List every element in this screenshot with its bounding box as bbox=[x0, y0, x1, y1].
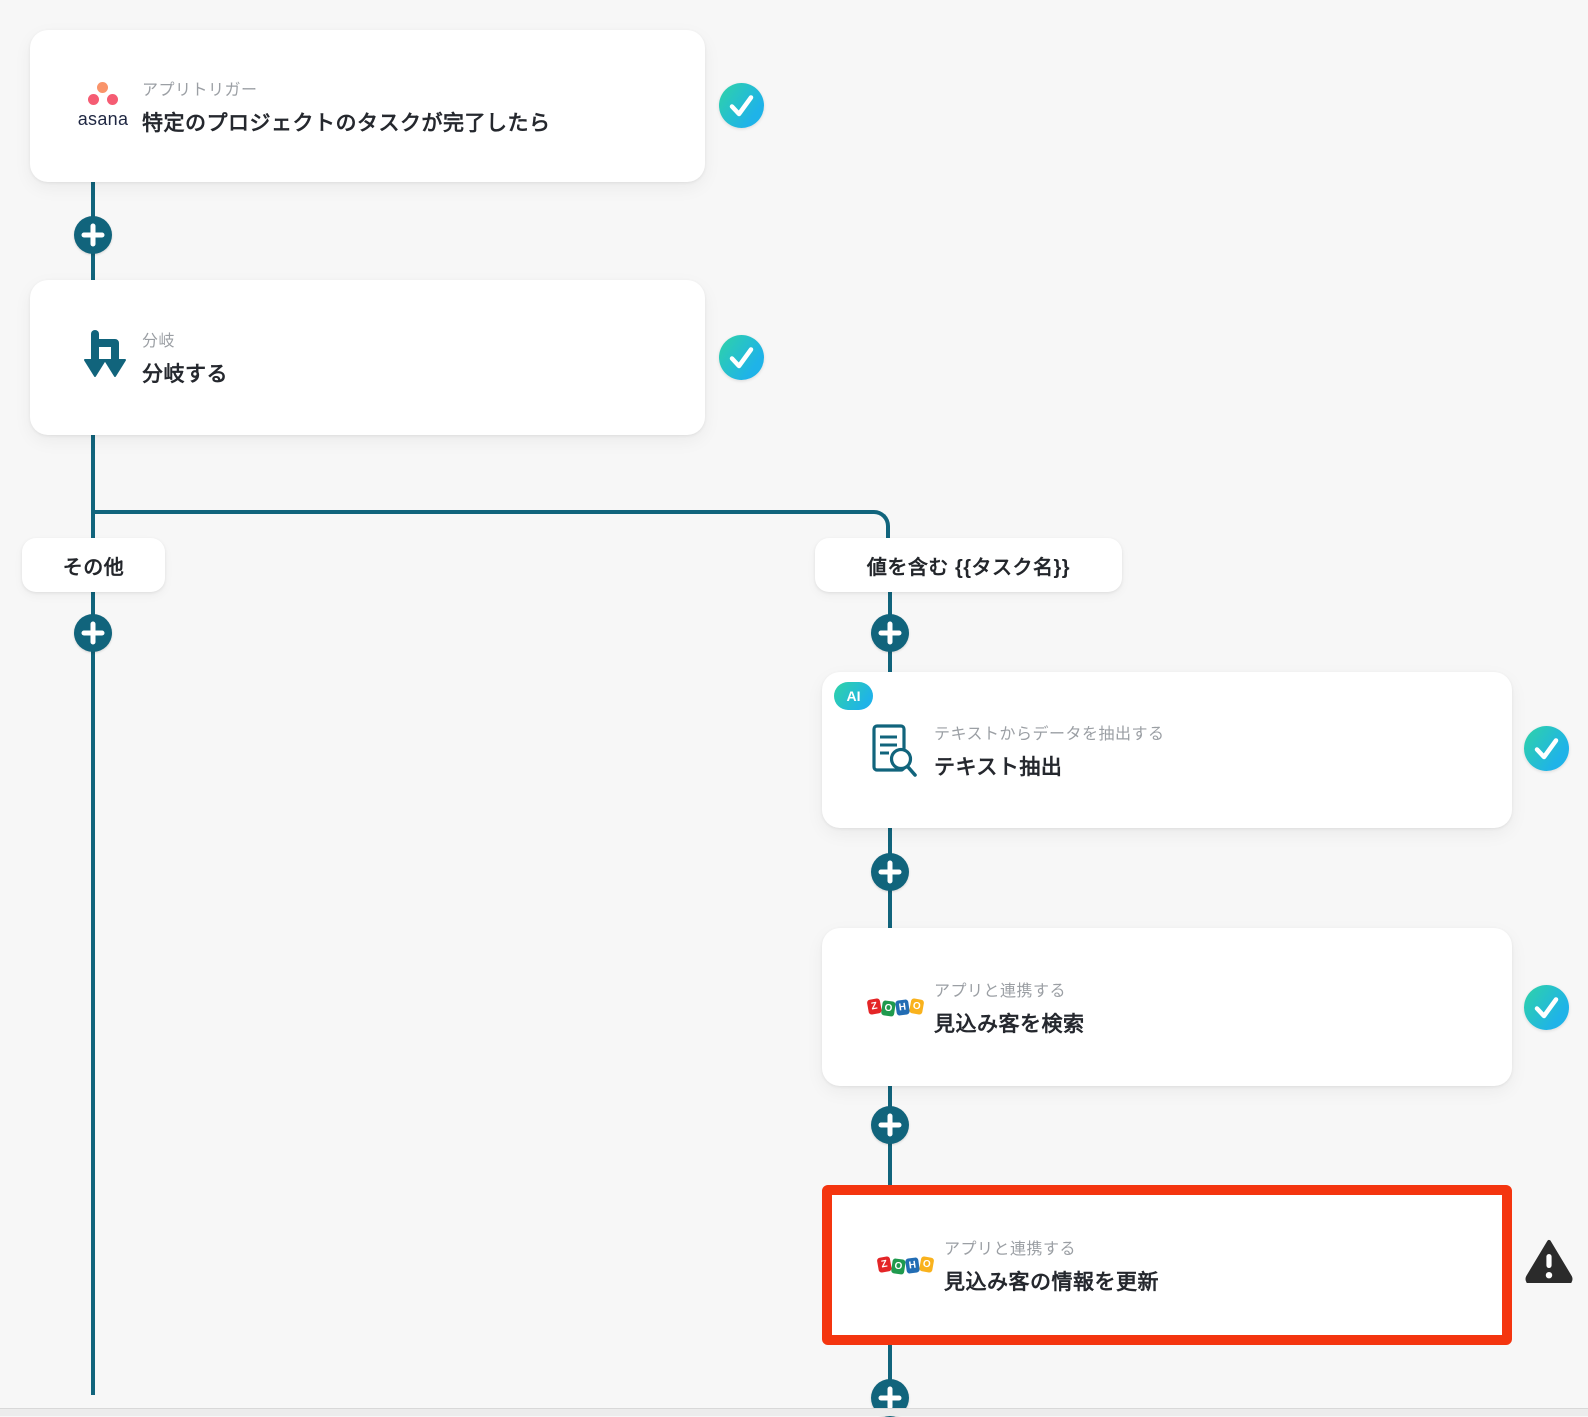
node-card-zoho-update[interactable]: Z O H O アプリと連携する 見込み客の情報を更新 bbox=[822, 1185, 1512, 1345]
branch-corner-line bbox=[93, 510, 890, 556]
branch-label-contains-value-text: 値を含む {{タスク名}} bbox=[866, 556, 1071, 579]
zoho-letter: Z bbox=[866, 997, 882, 1015]
zoho-update-error-badge bbox=[1523, 1237, 1575, 1286]
plus-icon bbox=[878, 860, 902, 884]
zoho-letter: O bbox=[890, 1257, 906, 1275]
zoho-search-status-badge bbox=[1524, 985, 1569, 1030]
trigger-card-body: asana アプリトリガー 特定のプロジェクトのタスクが完了したら bbox=[30, 76, 705, 137]
workflow-canvas: asana アプリトリガー 特定のプロジェクトのタスクが完了したら 分岐 分岐す… bbox=[0, 0, 1588, 1417]
asana-wordmark: asana bbox=[77, 109, 129, 129]
check-icon bbox=[1534, 738, 1559, 760]
zoho-letter: O bbox=[918, 1255, 934, 1273]
zoho-search-type-label: アプリと連携する bbox=[934, 982, 1067, 1000]
ai-badge-text: AI bbox=[846, 688, 861, 704]
text-extract-title: テキスト抽出 bbox=[934, 755, 1063, 779]
zoho-letter: Z bbox=[876, 1255, 892, 1273]
canvas-bottom-edge bbox=[0, 1408, 1588, 1416]
add-step-button-5[interactable] bbox=[871, 1106, 909, 1144]
zoho-letter: H bbox=[904, 1256, 920, 1274]
zoho-update-card-body: Z O H O アプリと連携する 見込み客の情報を更新 bbox=[832, 1235, 1502, 1296]
document-search-icon bbox=[856, 720, 934, 780]
trigger-type-label: アプリトリガー bbox=[142, 81, 258, 99]
text-extract-card-body: テキストからデータを抽出する テキスト抽出 bbox=[822, 720, 1512, 781]
zoho-letter: O bbox=[908, 997, 924, 1015]
zoho-logo-icon: Z O H O bbox=[866, 1255, 944, 1275]
asana-logo-icon: asana bbox=[64, 82, 142, 130]
asana-dots-icon bbox=[86, 82, 120, 106]
zoho-update-type-label: アプリと連携する bbox=[944, 1240, 1077, 1258]
branch-card-body: 分岐 分岐する bbox=[30, 327, 705, 388]
zoho-update-title: 見込み客の情報を更新 bbox=[944, 1270, 1159, 1294]
branch-type-label: 分岐 bbox=[142, 333, 176, 350]
zoho-letter: H bbox=[894, 998, 910, 1016]
add-step-button-2[interactable] bbox=[74, 614, 112, 652]
plus-icon bbox=[81, 621, 105, 645]
node-card-trigger[interactable]: asana アプリトリガー 特定のプロジェクトのタスクが完了したら bbox=[30, 30, 705, 182]
zoho-search-card-body: Z O H O アプリと連携する 見込み客を検索 bbox=[822, 977, 1512, 1038]
branch-label-contains-value[interactable]: 値を含む {{タスク名}} bbox=[815, 538, 1122, 592]
zoho-search-title: 見込み客を検索 bbox=[934, 1012, 1085, 1036]
add-step-button-4[interactable] bbox=[871, 853, 909, 891]
branch-label-other-text: その他 bbox=[62, 556, 125, 579]
plus-icon bbox=[878, 1113, 902, 1137]
zoho-logo-icon: Z O H O bbox=[856, 997, 934, 1017]
check-icon bbox=[729, 95, 754, 117]
ai-badge: AI bbox=[834, 682, 873, 710]
add-step-button-3[interactable] bbox=[871, 614, 909, 652]
warning-icon bbox=[1525, 1240, 1573, 1286]
zoho-letter: O bbox=[880, 999, 896, 1017]
text-extract-status-badge bbox=[1524, 726, 1569, 771]
plus-icon bbox=[81, 223, 105, 247]
node-card-zoho-search[interactable]: Z O H O アプリと連携する 見込み客を検索 bbox=[822, 928, 1512, 1086]
trigger-title: 特定のプロジェクトのタスクが完了したら bbox=[142, 111, 551, 135]
branch-title: 分岐する bbox=[142, 363, 228, 386]
check-icon bbox=[729, 347, 754, 369]
trigger-status-badge bbox=[719, 83, 764, 128]
node-card-branch[interactable]: 分岐 分岐する bbox=[30, 280, 705, 435]
add-step-button-1[interactable] bbox=[74, 216, 112, 254]
check-icon bbox=[1534, 997, 1559, 1019]
branch-status-badge bbox=[719, 335, 764, 380]
node-card-text-extract[interactable]: AI テキストからデータを抽出する テキスト抽出 bbox=[822, 672, 1512, 828]
text-extract-type-label: テキストからデータを抽出する bbox=[934, 725, 1165, 743]
plus-icon bbox=[878, 621, 902, 645]
branch-icon bbox=[64, 329, 142, 387]
branch-label-other[interactable]: その他 bbox=[22, 538, 165, 592]
